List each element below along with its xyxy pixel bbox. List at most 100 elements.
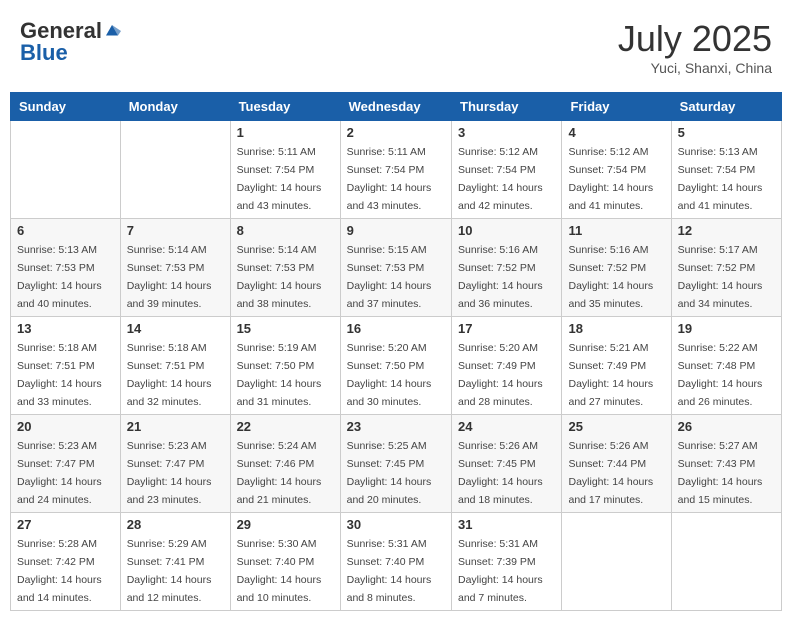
day-info: Sunrise: 5:16 AMSunset: 7:52 PMDaylight:…	[458, 244, 543, 310]
calendar-table: Sunday Monday Tuesday Wednesday Thursday…	[10, 92, 782, 611]
calendar-cell: 26 Sunrise: 5:27 AMSunset: 7:43 PMDaylig…	[671, 415, 781, 513]
day-info: Sunrise: 5:27 AMSunset: 7:43 PMDaylight:…	[678, 440, 763, 506]
day-info: Sunrise: 5:29 AMSunset: 7:41 PMDaylight:…	[127, 538, 212, 604]
day-number: 28	[127, 517, 224, 532]
day-info: Sunrise: 5:12 AMSunset: 7:54 PMDaylight:…	[458, 146, 543, 212]
day-info: Sunrise: 5:20 AMSunset: 7:49 PMDaylight:…	[458, 342, 543, 408]
day-info: Sunrise: 5:28 AMSunset: 7:42 PMDaylight:…	[17, 538, 102, 604]
calendar-cell: 14 Sunrise: 5:18 AMSunset: 7:51 PMDaylig…	[120, 317, 230, 415]
calendar-cell: 31 Sunrise: 5:31 AMSunset: 7:39 PMDaylig…	[452, 513, 562, 611]
day-number: 20	[17, 419, 114, 434]
day-info: Sunrise: 5:16 AMSunset: 7:52 PMDaylight:…	[568, 244, 653, 310]
day-number: 10	[458, 223, 555, 238]
day-number: 21	[127, 419, 224, 434]
calendar-cell: 21 Sunrise: 5:23 AMSunset: 7:47 PMDaylig…	[120, 415, 230, 513]
day-info: Sunrise: 5:18 AMSunset: 7:51 PMDaylight:…	[17, 342, 102, 408]
header-friday: Friday	[562, 93, 671, 121]
day-info: Sunrise: 5:14 AMSunset: 7:53 PMDaylight:…	[127, 244, 212, 310]
calendar-cell: 18 Sunrise: 5:21 AMSunset: 7:49 PMDaylig…	[562, 317, 671, 415]
day-info: Sunrise: 5:31 AMSunset: 7:39 PMDaylight:…	[458, 538, 543, 604]
day-number: 15	[237, 321, 334, 336]
calendar-cell: 22 Sunrise: 5:24 AMSunset: 7:46 PMDaylig…	[230, 415, 340, 513]
page-header: General Blue July 2025 Yuci, Shanxi, Chi…	[10, 10, 782, 84]
calendar-cell: 8 Sunrise: 5:14 AMSunset: 7:53 PMDayligh…	[230, 219, 340, 317]
calendar-cell: 23 Sunrise: 5:25 AMSunset: 7:45 PMDaylig…	[340, 415, 451, 513]
calendar-cell: 27 Sunrise: 5:28 AMSunset: 7:42 PMDaylig…	[11, 513, 121, 611]
calendar-cell: 20 Sunrise: 5:23 AMSunset: 7:47 PMDaylig…	[11, 415, 121, 513]
month-title: July 2025	[618, 18, 772, 60]
day-number: 30	[347, 517, 445, 532]
calendar-cell: 29 Sunrise: 5:30 AMSunset: 7:40 PMDaylig…	[230, 513, 340, 611]
calendar-cell: 28 Sunrise: 5:29 AMSunset: 7:41 PMDaylig…	[120, 513, 230, 611]
calendar-cell: 17 Sunrise: 5:20 AMSunset: 7:49 PMDaylig…	[452, 317, 562, 415]
day-number: 17	[458, 321, 555, 336]
day-number: 11	[568, 223, 664, 238]
calendar-cell: 15 Sunrise: 5:19 AMSunset: 7:50 PMDaylig…	[230, 317, 340, 415]
week-row-1: 1 Sunrise: 5:11 AMSunset: 7:54 PMDayligh…	[11, 121, 782, 219]
header-tuesday: Tuesday	[230, 93, 340, 121]
calendar-cell: 30 Sunrise: 5:31 AMSunset: 7:40 PMDaylig…	[340, 513, 451, 611]
calendar-cell: 25 Sunrise: 5:26 AMSunset: 7:44 PMDaylig…	[562, 415, 671, 513]
calendar-cell: 4 Sunrise: 5:12 AMSunset: 7:54 PMDayligh…	[562, 121, 671, 219]
header-wednesday: Wednesday	[340, 93, 451, 121]
logo-icon	[103, 22, 121, 40]
header-sunday: Sunday	[11, 93, 121, 121]
day-info: Sunrise: 5:23 AMSunset: 7:47 PMDaylight:…	[127, 440, 212, 506]
day-number: 9	[347, 223, 445, 238]
day-number: 8	[237, 223, 334, 238]
calendar-cell: 16 Sunrise: 5:20 AMSunset: 7:50 PMDaylig…	[340, 317, 451, 415]
day-info: Sunrise: 5:12 AMSunset: 7:54 PMDaylight:…	[568, 146, 653, 212]
day-info: Sunrise: 5:11 AMSunset: 7:54 PMDaylight:…	[347, 146, 432, 212]
calendar-cell	[120, 121, 230, 219]
day-number: 4	[568, 125, 664, 140]
calendar-cell: 11 Sunrise: 5:16 AMSunset: 7:52 PMDaylig…	[562, 219, 671, 317]
calendar-cell	[562, 513, 671, 611]
calendar-cell: 24 Sunrise: 5:26 AMSunset: 7:45 PMDaylig…	[452, 415, 562, 513]
day-number: 2	[347, 125, 445, 140]
day-info: Sunrise: 5:13 AMSunset: 7:53 PMDaylight:…	[17, 244, 102, 310]
calendar-header-row: Sunday Monday Tuesday Wednesday Thursday…	[11, 93, 782, 121]
day-info: Sunrise: 5:31 AMSunset: 7:40 PMDaylight:…	[347, 538, 432, 604]
location-subtitle: Yuci, Shanxi, China	[618, 60, 772, 76]
day-info: Sunrise: 5:19 AMSunset: 7:50 PMDaylight:…	[237, 342, 322, 408]
calendar-cell: 12 Sunrise: 5:17 AMSunset: 7:52 PMDaylig…	[671, 219, 781, 317]
day-number: 23	[347, 419, 445, 434]
day-number: 18	[568, 321, 664, 336]
day-number: 14	[127, 321, 224, 336]
day-number: 12	[678, 223, 775, 238]
week-row-5: 27 Sunrise: 5:28 AMSunset: 7:42 PMDaylig…	[11, 513, 782, 611]
day-number: 7	[127, 223, 224, 238]
calendar-cell: 6 Sunrise: 5:13 AMSunset: 7:53 PMDayligh…	[11, 219, 121, 317]
calendar-cell: 3 Sunrise: 5:12 AMSunset: 7:54 PMDayligh…	[452, 121, 562, 219]
day-number: 19	[678, 321, 775, 336]
day-info: Sunrise: 5:26 AMSunset: 7:44 PMDaylight:…	[568, 440, 653, 506]
day-info: Sunrise: 5:18 AMSunset: 7:51 PMDaylight:…	[127, 342, 212, 408]
week-row-3: 13 Sunrise: 5:18 AMSunset: 7:51 PMDaylig…	[11, 317, 782, 415]
day-number: 22	[237, 419, 334, 434]
calendar-cell: 7 Sunrise: 5:14 AMSunset: 7:53 PMDayligh…	[120, 219, 230, 317]
day-info: Sunrise: 5:23 AMSunset: 7:47 PMDaylight:…	[17, 440, 102, 506]
day-number: 29	[237, 517, 334, 532]
calendar-cell: 9 Sunrise: 5:15 AMSunset: 7:53 PMDayligh…	[340, 219, 451, 317]
day-number: 16	[347, 321, 445, 336]
logo-blue: Blue	[20, 40, 68, 66]
day-number: 13	[17, 321, 114, 336]
calendar-cell	[671, 513, 781, 611]
day-info: Sunrise: 5:13 AMSunset: 7:54 PMDaylight:…	[678, 146, 763, 212]
day-number: 31	[458, 517, 555, 532]
day-number: 6	[17, 223, 114, 238]
day-number: 5	[678, 125, 775, 140]
calendar-cell: 5 Sunrise: 5:13 AMSunset: 7:54 PMDayligh…	[671, 121, 781, 219]
day-number: 1	[237, 125, 334, 140]
day-number: 26	[678, 419, 775, 434]
day-info: Sunrise: 5:25 AMSunset: 7:45 PMDaylight:…	[347, 440, 432, 506]
calendar-cell: 10 Sunrise: 5:16 AMSunset: 7:52 PMDaylig…	[452, 219, 562, 317]
day-info: Sunrise: 5:14 AMSunset: 7:53 PMDaylight:…	[237, 244, 322, 310]
day-info: Sunrise: 5:17 AMSunset: 7:52 PMDaylight:…	[678, 244, 763, 310]
week-row-4: 20 Sunrise: 5:23 AMSunset: 7:47 PMDaylig…	[11, 415, 782, 513]
day-info: Sunrise: 5:20 AMSunset: 7:50 PMDaylight:…	[347, 342, 432, 408]
day-info: Sunrise: 5:21 AMSunset: 7:49 PMDaylight:…	[568, 342, 653, 408]
day-info: Sunrise: 5:30 AMSunset: 7:40 PMDaylight:…	[237, 538, 322, 604]
day-number: 27	[17, 517, 114, 532]
day-info: Sunrise: 5:15 AMSunset: 7:53 PMDaylight:…	[347, 244, 432, 310]
